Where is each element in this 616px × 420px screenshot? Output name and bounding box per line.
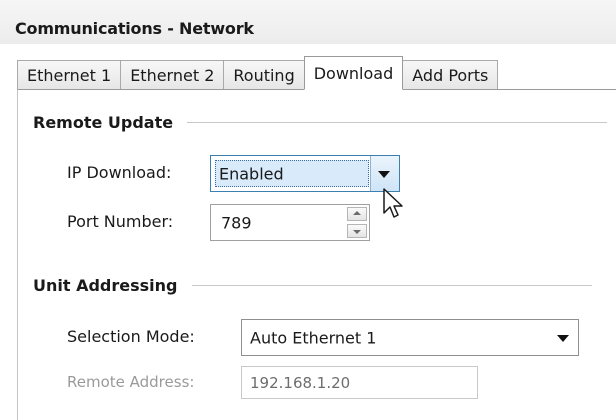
tab-routing[interactable]: Routing [223, 60, 305, 90]
tab-ethernet-1[interactable]: Ethernet 1 [17, 60, 122, 90]
tab-strip: Ethernet 1 Ethernet 2 Routing Download A… [17, 56, 499, 90]
section-divider [191, 285, 592, 286]
ip-download-label: IP Download: [67, 163, 172, 182]
spin-down-icon [353, 230, 361, 234]
ip-download-value: Enabled [219, 164, 284, 183]
unit-addressing-heading: Unit Addressing [33, 276, 178, 295]
remote-address-value: 192.168.1.20 [250, 373, 351, 392]
tab-ethernet-2[interactable]: Ethernet 2 [120, 60, 225, 90]
chevron-down-icon [378, 170, 390, 178]
port-number-spinner[interactable]: 789 [210, 204, 370, 241]
unit-addressing-group: Unit Addressing [33, 276, 592, 295]
selection-mode-label: Selection Mode: [67, 327, 195, 346]
port-number-value: 789 [221, 213, 252, 232]
mouse-pointer-icon [383, 188, 403, 218]
window-titlebar: Communications - Network [0, 0, 616, 44]
spin-down-button[interactable] [347, 224, 367, 238]
remote-address-label: Remote Address: [67, 373, 195, 391]
chevron-down-icon [557, 334, 569, 342]
remote-address-field[interactable]: 192.168.1.20 [241, 366, 478, 399]
spin-up-button[interactable] [347, 207, 367, 221]
tab-download[interactable]: Download [303, 56, 404, 90]
remote-update-group: Remote Update [33, 113, 608, 132]
section-divider [187, 122, 608, 123]
remote-update-heading: Remote Update [33, 113, 174, 132]
tab-add-ports[interactable]: Add Ports [402, 60, 499, 90]
selection-mode-dropdown[interactable]: Auto Ethernet 1 [241, 319, 579, 356]
port-number-label: Port Number: [67, 212, 174, 231]
ip-download-dropdown[interactable]: Enabled [210, 155, 400, 192]
window-title: Communications - Network [15, 19, 254, 38]
spin-up-icon [353, 211, 361, 215]
selection-mode-value: Auto Ethernet 1 [250, 328, 377, 347]
